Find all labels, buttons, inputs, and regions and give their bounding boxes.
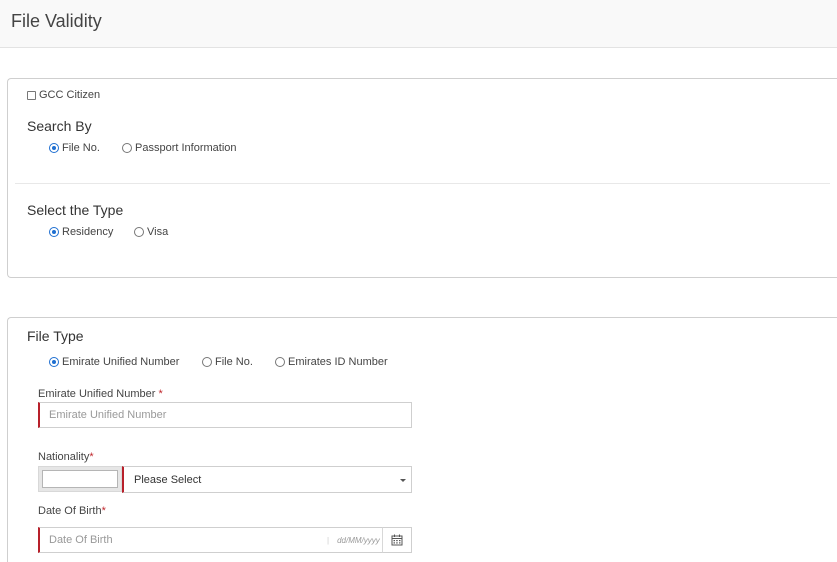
- required-mark: *: [101, 505, 106, 517]
- type-visa-radio[interactable]: [134, 227, 144, 237]
- search-by-file-no-option[interactable]: File No.: [49, 142, 100, 154]
- search-options-panel: [7, 78, 837, 278]
- file-type-unified-option[interactable]: Emirate Unified Number: [49, 356, 179, 368]
- type-visa-option[interactable]: Visa: [134, 226, 168, 238]
- unified-number-input[interactable]: Emirate Unified Number: [38, 402, 412, 428]
- nationality-select[interactable]: Please Select: [122, 466, 412, 493]
- file-details-panel: [7, 317, 837, 562]
- unified-number-label: Emirate Unified Number *: [38, 388, 163, 400]
- page-header: File Validity: [0, 0, 837, 48]
- file-type-emirates-id-label: Emirates ID Number: [288, 356, 388, 368]
- dob-format-text: dd/MM/yyyy: [337, 535, 380, 545]
- nationality-selected-value: Please Select: [134, 473, 202, 486]
- unified-number-label-text: Emirate Unified Number: [38, 388, 156, 400]
- required-mark: *: [158, 388, 163, 400]
- dob-format-separator: |: [327, 535, 330, 545]
- select-type-title: Select the Type: [27, 202, 124, 218]
- nationality-code-wrapper: [38, 466, 122, 492]
- file-type-emirates-id-radio[interactable]: [275, 357, 285, 367]
- dob-label: Date Of Birth*: [38, 505, 106, 517]
- file-type-file-no-option[interactable]: File No.: [202, 356, 253, 368]
- file-type-emirates-id-option[interactable]: Emirates ID Number: [275, 356, 388, 368]
- search-by-file-no-radio[interactable]: [49, 143, 59, 153]
- file-type-file-no-radio[interactable]: [202, 357, 212, 367]
- type-residency-label: Residency: [62, 226, 114, 238]
- nationality-code-input[interactable]: [42, 470, 118, 488]
- gcc-citizen-label: GCC Citizen: [39, 89, 101, 101]
- section-divider: [15, 183, 830, 184]
- dob-format-hint: | dd/MM/yyyy: [327, 528, 380, 552]
- file-type-file-no-label: File No.: [215, 356, 253, 368]
- dob-label-text: Date Of Birth: [38, 505, 102, 517]
- search-by-file-no-label: File No.: [62, 142, 100, 154]
- type-residency-radio[interactable]: [49, 227, 59, 237]
- nationality-label: Nationality*: [38, 451, 94, 463]
- search-by-passport-label: Passport Information: [135, 142, 237, 154]
- file-type-unified-label: Emirate Unified Number: [62, 356, 180, 368]
- file-type-title: File Type: [27, 328, 84, 344]
- type-visa-label: Visa: [147, 226, 169, 238]
- chevron-down-icon: [400, 479, 406, 482]
- calendar-icon: [391, 534, 403, 546]
- dob-placeholder: Date Of Birth: [49, 534, 113, 546]
- gcc-citizen-option[interactable]: GCC Citizen: [27, 89, 100, 101]
- search-by-passport-radio[interactable]: [122, 143, 132, 153]
- required-mark: *: [89, 451, 94, 463]
- page-title: File Validity: [11, 11, 102, 31]
- search-by-passport-option[interactable]: Passport Information: [122, 142, 237, 154]
- type-residency-option[interactable]: Residency: [49, 226, 113, 238]
- calendar-button[interactable]: [382, 527, 412, 553]
- unified-number-placeholder: Emirate Unified Number: [49, 409, 167, 421]
- gcc-citizen-checkbox[interactable]: [27, 90, 36, 100]
- search-by-title: Search By: [27, 118, 92, 134]
- file-type-unified-radio[interactable]: [49, 357, 59, 367]
- nationality-label-text: Nationality: [38, 451, 90, 463]
